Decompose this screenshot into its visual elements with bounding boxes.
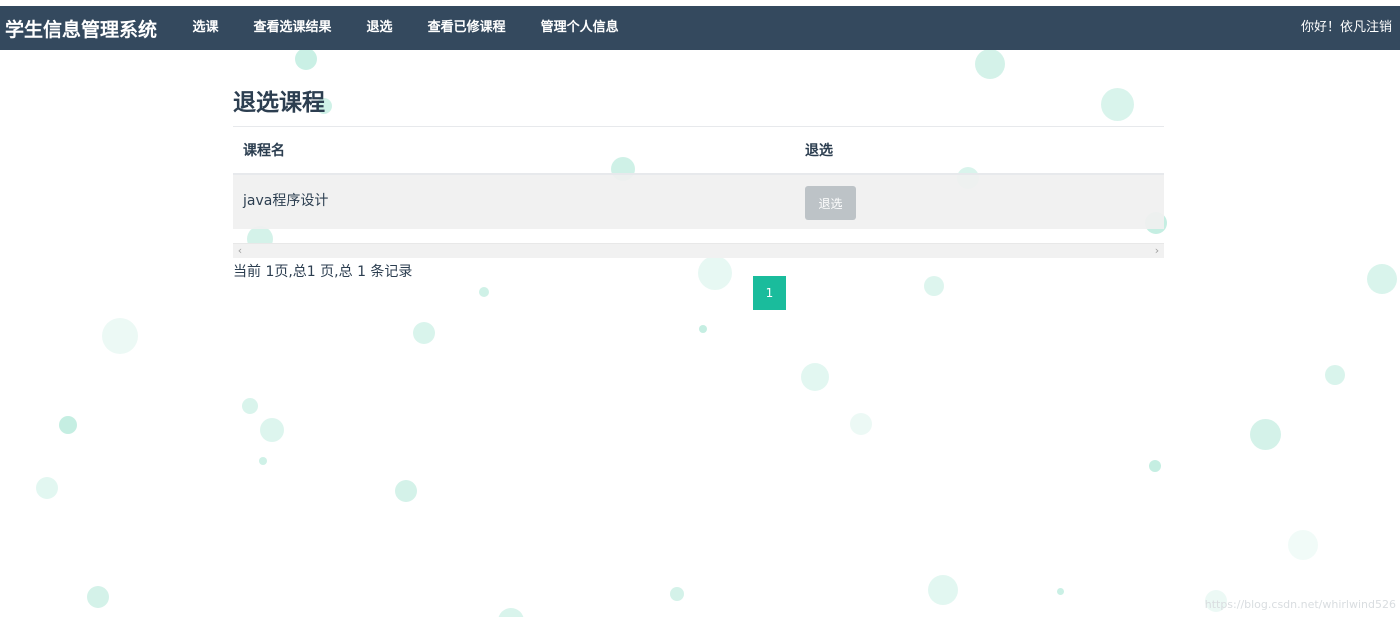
- user-area: 你好！依凡注销: [1301, 6, 1392, 50]
- watermark: https://blog.csdn.net/whirlwind526: [1204, 598, 1396, 611]
- page-title: 退选课程: [233, 90, 325, 116]
- nav-item-view-results[interactable]: 查看选课结果: [236, 6, 349, 50]
- logout-link[interactable]: 注销: [1366, 20, 1392, 35]
- nav-item-personal-info[interactable]: 管理个人信息: [523, 6, 636, 50]
- table-header-row: 课程名 退选: [233, 127, 1164, 175]
- action-cell: 退选: [795, 174, 1164, 229]
- decorative-bubble: [975, 49, 1005, 79]
- user-greeting: 你好！依凡: [1300, 20, 1366, 35]
- page-link-1[interactable]: 1: [753, 276, 786, 310]
- decorative-bubble: [850, 413, 872, 435]
- decorative-bubble: [479, 287, 489, 297]
- decorative-bubble: [928, 575, 958, 605]
- column-header-course-name: 课程名: [233, 127, 795, 175]
- decorative-bubble: [36, 477, 58, 499]
- decorative-bubble: [699, 325, 707, 333]
- decorative-bubble: [1149, 460, 1161, 472]
- decorative-bubble: [242, 398, 258, 414]
- decorative-bubble: [801, 363, 829, 391]
- chevron-right-icon[interactable]: ›: [1150, 244, 1164, 258]
- decorative-bubble: [59, 416, 77, 434]
- nav-item-drop-course[interactable]: 退选: [349, 6, 410, 50]
- navbar: 学生信息管理系统 选课 查看选课结果 退选 查看已修课程 管理个人信息 你好！依…: [0, 6, 1400, 50]
- main-content: 退选课程 课程名 退选 java程序设计 退选 ‹ › 当前 1页,总1 页,总…: [233, 82, 1164, 281]
- pagination-info: 当前 1页,总1 页,总 1 条记录: [233, 264, 413, 280]
- course-table: 课程名 退选 java程序设计 退选: [233, 127, 1164, 229]
- nav-item-select-course[interactable]: 选课: [175, 6, 236, 50]
- table-row: java程序设计 退选: [233, 174, 1164, 229]
- horizontal-scrollbar[interactable]: ‹ ›: [233, 243, 1164, 258]
- nav-menu: 选课 查看选课结果 退选 查看已修课程 管理个人信息: [175, 6, 636, 50]
- decorative-bubble: [1288, 530, 1318, 560]
- decorative-bubble: [1325, 365, 1345, 385]
- decorative-bubble: [1057, 588, 1064, 595]
- decorative-bubble: [1367, 264, 1397, 294]
- decorative-bubble: [87, 586, 109, 608]
- decorative-bubble: [413, 322, 435, 344]
- decorative-bubble: [102, 318, 138, 354]
- decorative-bubble: [260, 418, 284, 442]
- decorative-bubble: [670, 587, 684, 601]
- drop-course-button[interactable]: 退选: [805, 186, 856, 220]
- chevron-left-icon[interactable]: ‹: [233, 244, 247, 258]
- decorative-bubble: [498, 608, 524, 617]
- page: 学生信息管理系统 选课 查看选课结果 退选 查看已修课程 管理个人信息 你好！依…: [0, 0, 1400, 617]
- decorative-bubble: [395, 480, 417, 502]
- course-name-cell: java程序设计: [233, 174, 795, 229]
- decorative-bubble: [1250, 419, 1281, 450]
- brand-title[interactable]: 学生信息管理系统: [5, 15, 157, 42]
- pagination: 1: [753, 276, 786, 310]
- decorative-bubble: [295, 48, 317, 70]
- column-header-drop: 退选: [795, 127, 1164, 175]
- nav-item-completed-courses[interactable]: 查看已修课程: [410, 6, 523, 50]
- decorative-bubble: [259, 457, 267, 465]
